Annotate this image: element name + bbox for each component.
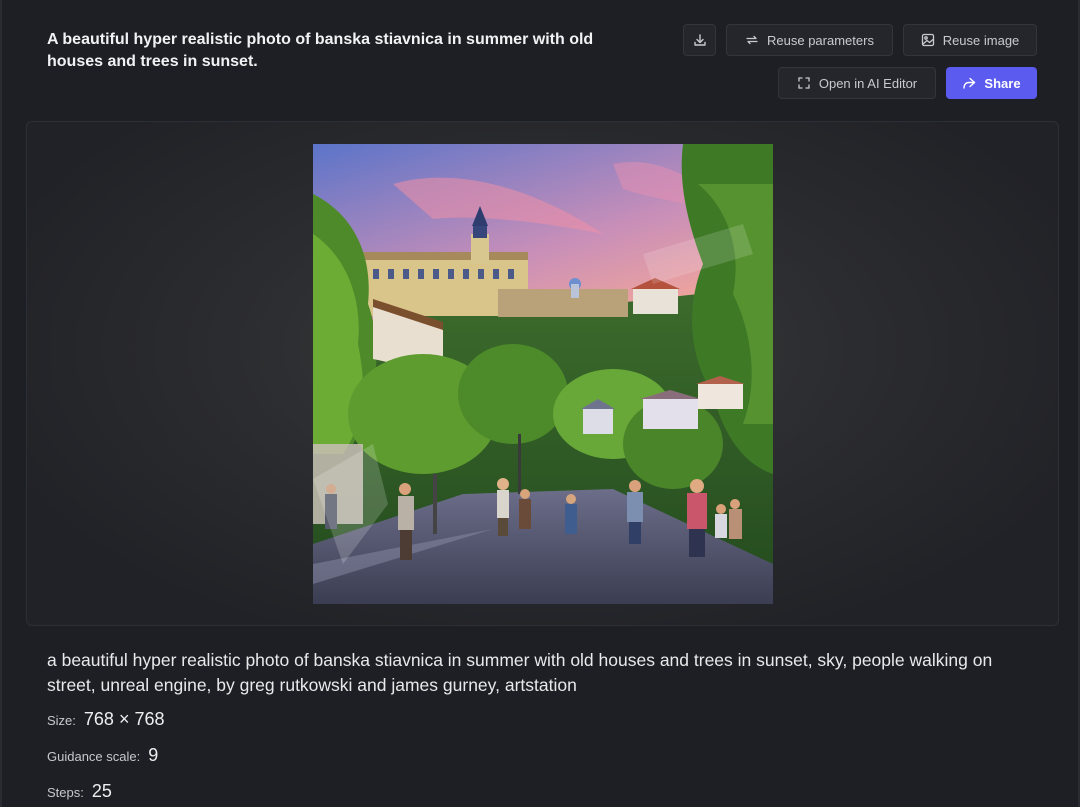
share-button[interactable]: Share — [946, 67, 1037, 99]
guidance-scale-value: 9 — [148, 745, 159, 765]
size-row: Size: 768 × 768 — [47, 709, 164, 730]
steps-row: Steps: 25 — [47, 781, 112, 802]
image-preview-panel — [26, 121, 1059, 626]
page-title: A beautiful hyper realistic photo of ban… — [47, 31, 594, 70]
prompt-text: a beautiful hyper realistic photo of ban… — [47, 650, 993, 695]
reuse-image-button[interactable]: Reuse image — [903, 24, 1037, 56]
app-window: A beautiful hyper realistic photo of ban… — [0, 0, 1080, 807]
share-arrow-icon — [962, 76, 976, 90]
reuse-parameters-button[interactable]: Reuse parameters — [726, 24, 893, 56]
guidance-scale-label: Guidance scale: — [47, 749, 141, 764]
download-button[interactable] — [683, 24, 716, 56]
image-icon — [921, 33, 935, 47]
guidance-scale-row: Guidance scale: 9 — [47, 745, 158, 766]
size-value: 768 × 768 — [83, 709, 165, 729]
steps-label: Steps: — [47, 785, 84, 800]
reuse-image-label: Reuse image — [942, 32, 1020, 48]
expand-icon — [797, 76, 811, 90]
share-label: Share — [984, 75, 1021, 91]
download-icon — [693, 33, 707, 47]
reuse-parameters-label: Reuse parameters — [767, 32, 874, 48]
size-label: Size: — [47, 713, 76, 728]
open-in-ai-editor-button[interactable]: Open in AI Editor — [778, 67, 936, 99]
steps-value: 25 — [91, 781, 112, 801]
repeat-icon — [745, 33, 759, 47]
open-in-ai-editor-label: Open in AI Editor — [818, 75, 918, 91]
generated-image[interactable] — [313, 144, 773, 604]
